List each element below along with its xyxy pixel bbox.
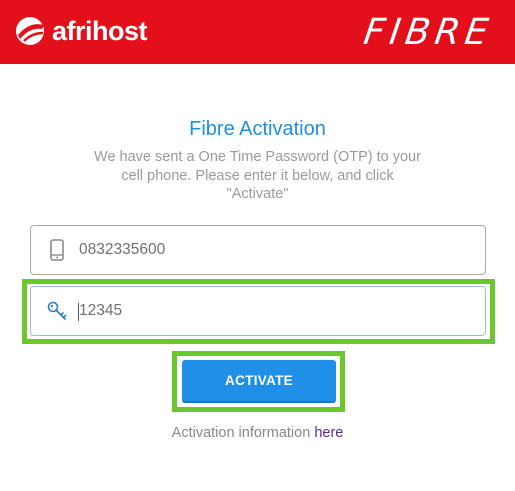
otp-input[interactable]: 12345 [30,286,486,336]
key-icon [47,301,67,320]
brand-name: afrihost [52,15,148,46]
activate-button[interactable]: ACTIVATE [182,360,336,403]
activation-info-text: Activation information [171,425,311,441]
phone-number-field[interactable]: 0832335600 [30,225,486,275]
product-name: FIBRE [361,12,496,53]
activation-info: Activation information here [0,425,515,441]
afrihost-logo[interactable]: afrihost [14,14,148,48]
instructions-text: We have sent a One Time Password (OTP) t… [94,149,421,202]
phone-number-value: 0832335600 [79,241,166,258]
mobile-phone-icon [50,239,64,261]
otp-value: 12345 [79,302,123,319]
page-title: Fibre Activation [189,118,326,140]
afrihost-globe-icon [16,17,44,45]
activation-info-link[interactable]: here [314,425,343,441]
header-bar: afrihost FIBRE [0,0,515,64]
